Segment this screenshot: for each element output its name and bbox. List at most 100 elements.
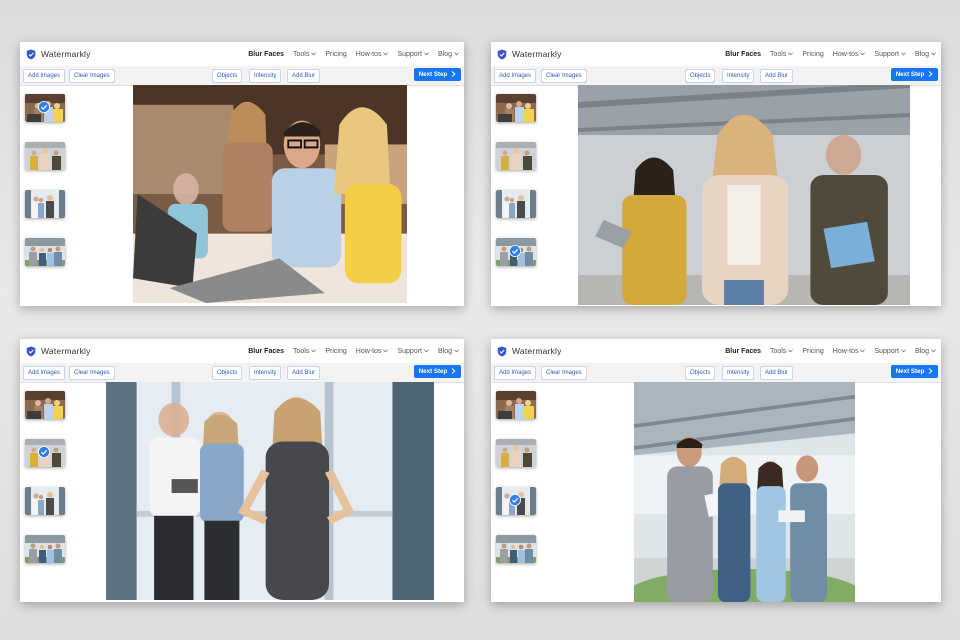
image-thumbnail[interactable] (496, 535, 536, 563)
image-thumbnail[interactable] (496, 238, 536, 266)
nav-item-blur-faces[interactable]: Blur Faces (725, 348, 761, 355)
clear-images-button[interactable]: Clear Images (69, 366, 115, 380)
nav-label: How-tos (355, 50, 382, 58)
chevron-down-icon (901, 349, 906, 353)
next-step-button[interactable]: Next Step (413, 365, 461, 378)
add-blur-button[interactable]: Add Blur (287, 366, 321, 380)
shield-logo-icon (26, 49, 36, 59)
nav-item-blur-faces[interactable]: Blur Faces (248, 348, 284, 355)
nav-item-support[interactable]: Support (397, 51, 429, 58)
main-nav: Blur Faces Tools Pricing How-tos Support Blog (248, 348, 459, 355)
objects-button[interactable]: Objects (212, 366, 243, 380)
image-thumbnail[interactable] (496, 190, 536, 218)
next-step-button[interactable]: Next Step (890, 365, 938, 378)
nav-item-support[interactable]: Support (874, 348, 906, 355)
clear-images-button[interactable]: Clear Images (541, 69, 587, 83)
image-thumbnail[interactable] (496, 487, 536, 515)
nav-label: Blog (914, 50, 929, 58)
editor-window-top-right: Watermarkly Blur Faces Tools Pricing How-tos… (491, 42, 941, 306)
image-thumbnail[interactable] (25, 439, 65, 467)
nav-item-tools[interactable]: Tools (293, 348, 317, 355)
image-thumbnail[interactable] (496, 439, 536, 467)
nav-label: Pricing (802, 50, 824, 58)
shield-logo-icon (497, 49, 507, 59)
nav-item-pricing[interactable]: Pricing (802, 51, 823, 58)
add-blur-button[interactable]: Add Blur (760, 69, 794, 83)
image-thumbnail[interactable] (25, 535, 65, 563)
main-photo-canvas[interactable] (133, 85, 407, 303)
brand-name: Watermarkly (512, 49, 562, 59)
main-photo-canvas[interactable] (634, 382, 855, 602)
brand-logo[interactable]: Watermarkly (26, 49, 91, 60)
clear-images-button[interactable]: Clear Images (69, 69, 115, 83)
nav-label: Pricing (325, 50, 347, 58)
add-images-button[interactable]: Add Images (494, 69, 537, 83)
image-thumbnail[interactable] (496, 94, 536, 122)
objects-button[interactable]: Objects (685, 366, 716, 380)
chevron-down-icon (311, 349, 317, 353)
chevron-down-icon (931, 349, 936, 353)
intensity-button[interactable]: Intensity (722, 69, 755, 83)
nav-label: How-tos (355, 347, 382, 355)
add-images-button[interactable]: Add Images (494, 366, 537, 380)
top-navigation-bar: Watermarkly Blur Faces Tools Pricing How-tos… (491, 339, 941, 364)
nav-item-tools[interactable]: Tools (770, 50, 794, 58)
nav-item-blur-faces[interactable]: Blur Faces (248, 51, 284, 58)
nav-item-tools[interactable]: Tools (770, 347, 794, 355)
image-thumbnail[interactable] (496, 391, 536, 419)
image-thumbnail[interactable] (25, 391, 65, 419)
main-photo-canvas[interactable] (578, 85, 910, 305)
next-step-button[interactable]: Next Step (413, 68, 461, 81)
image-thumbnail[interactable] (25, 142, 65, 170)
intensity-button[interactable]: Intensity (249, 69, 282, 83)
nav-item-pricing[interactable]: Pricing (325, 51, 346, 58)
nav-item-blog[interactable]: Blog (915, 51, 936, 58)
nav-label: Tools (770, 347, 787, 355)
add-images-button[interactable]: Add Images (23, 366, 66, 380)
chevron-down-icon (454, 349, 459, 353)
image-thumbnail[interactable] (25, 94, 65, 122)
nav-item-tools[interactable]: Tools (293, 51, 317, 58)
intensity-button[interactable]: Intensity (249, 366, 282, 380)
nav-item-how-tos[interactable]: How-tos (356, 51, 389, 58)
chevron-down-icon (860, 52, 866, 56)
brand-logo[interactable]: Watermarkly (497, 346, 562, 357)
nav-item-how-tos[interactable]: How-tos (833, 348, 866, 355)
image-thumbnail[interactable] (25, 190, 65, 218)
clear-images-button[interactable]: Clear Images (541, 366, 587, 380)
brand-logo[interactable]: Watermarkly (497, 49, 562, 60)
nav-item-pricing[interactable]: Pricing (802, 348, 823, 355)
next-step-label: Next Step (895, 368, 925, 375)
objects-button[interactable]: Objects (212, 69, 243, 83)
image-thumbnail[interactable] (496, 142, 536, 170)
chevron-down-icon (788, 52, 794, 56)
nav-item-blog[interactable]: Blog (915, 348, 936, 355)
add-blur-button[interactable]: Add Blur (287, 69, 321, 83)
add-images-button[interactable]: Add Images (23, 69, 66, 83)
nav-item-blog[interactable]: Blog (438, 348, 459, 355)
image-thumbnail[interactable] (25, 487, 65, 515)
objects-button[interactable]: Objects (685, 69, 716, 83)
nav-label: Blur Faces (725, 50, 762, 58)
chevron-down-icon (788, 349, 794, 353)
nav-item-pricing[interactable]: Pricing (325, 348, 346, 355)
brand-name: Watermarkly (512, 346, 562, 356)
main-photo-canvas[interactable] (106, 382, 434, 600)
nav-item-blur-faces[interactable]: Blur Faces (725, 51, 761, 58)
nav-label: Support (397, 347, 422, 355)
chevron-down-icon (901, 52, 906, 56)
brand-logo[interactable]: Watermarkly (26, 346, 91, 357)
nav-label: Blur Faces (248, 347, 285, 355)
image-thumbnail[interactable] (25, 238, 65, 266)
intensity-button[interactable]: Intensity (722, 366, 755, 380)
chevron-right-icon (928, 70, 933, 77)
nav-item-blog[interactable]: Blog (438, 51, 459, 58)
nav-item-how-tos[interactable]: How-tos (833, 51, 866, 58)
editor-toolbar: Add Images Clear Images Objects Intensity Ad… (20, 66, 464, 86)
next-step-button[interactable]: Next Step (890, 68, 938, 81)
nav-item-how-tos[interactable]: How-tos (356, 348, 389, 355)
nav-item-support[interactable]: Support (874, 51, 906, 58)
nav-label: Tools (770, 50, 787, 58)
nav-item-support[interactable]: Support (397, 348, 429, 355)
add-blur-button[interactable]: Add Blur (760, 366, 794, 380)
